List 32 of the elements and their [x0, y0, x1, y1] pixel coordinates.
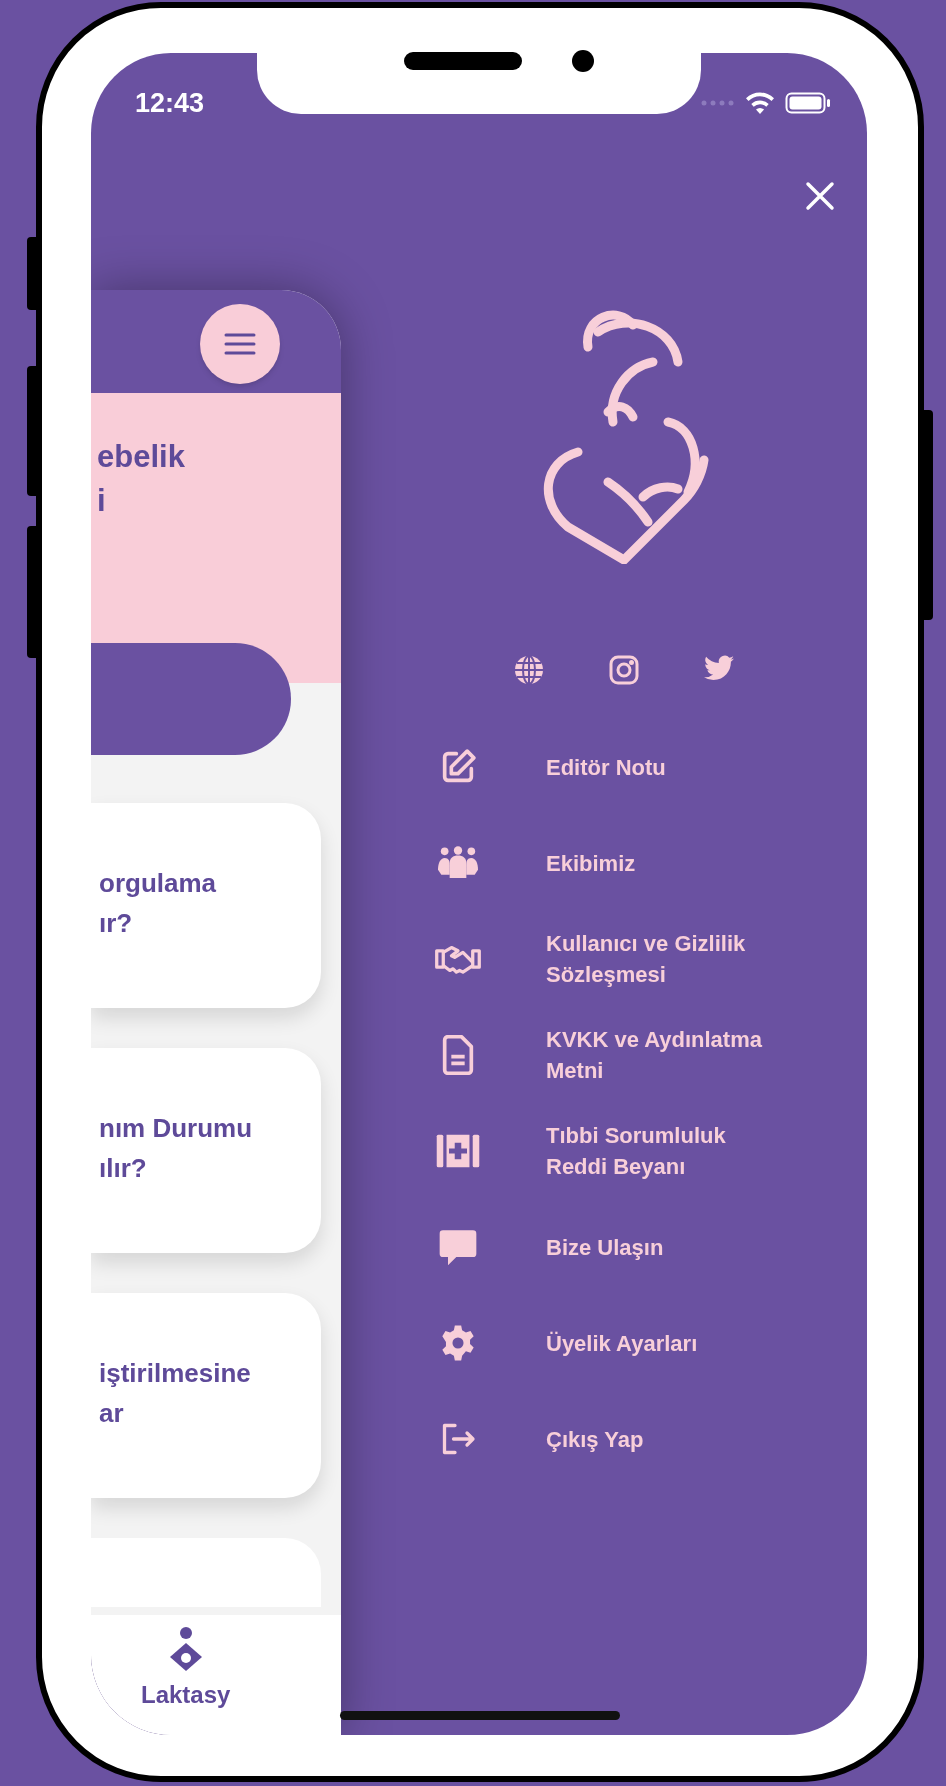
logout-icon — [440, 1421, 476, 1457]
hero-pill-button[interactable] — [91, 643, 291, 755]
medical-kit-icon — [436, 1133, 480, 1169]
chat-bubble-icon — [438, 1227, 478, 1267]
card-title: iştirilmesine ar — [99, 1357, 251, 1430]
signal-icon — [701, 100, 735, 106]
settings-icon — [439, 1324, 477, 1362]
status-time: 12:43 — [135, 86, 205, 120]
question-card[interactable]: orgulama ır? — [91, 803, 321, 1008]
nav-tab[interactable]: Laktasy — [141, 1677, 231, 1713]
question-card[interactable]: nım Durumu ılır? — [91, 1048, 321, 1253]
wifi-icon — [745, 92, 775, 114]
document-icon — [442, 1035, 474, 1075]
front-camera — [572, 50, 594, 72]
card-title: orgulama ır? — [99, 867, 217, 940]
twitter-icon[interactable] — [704, 655, 734, 681]
menu-item[interactable]: Editör Notu — [401, 719, 666, 815]
battery-icon — [785, 92, 831, 114]
close-icon — [805, 181, 835, 211]
card-title: nım Durumu ılır? — [99, 1112, 253, 1185]
menu-item[interactable]: Kullanıcı ve Gizlilik Sözleşmesi — [401, 911, 746, 1007]
menu-item[interactable]: Ekibimiz — [401, 815, 636, 911]
menu-item[interactable]: Çıkış Yap — [401, 1391, 644, 1487]
globe-icon[interactable] — [514, 655, 544, 685]
menu-item[interactable]: Bize Ulaşın — [401, 1199, 664, 1295]
menu-item[interactable]: Üyelik Ayarları — [401, 1295, 698, 1391]
menu-item[interactable]: Tıbbi Sorumluluk Reddi Beyanı — [401, 1103, 726, 1199]
menu-item[interactable]: KVKK ve Aydınlatma Metni — [401, 1007, 762, 1103]
hero-title: ebelik i — [97, 438, 185, 520]
menu-icon — [224, 333, 256, 355]
question-card[interactable]: iştirilmesine ar — [91, 1293, 321, 1498]
instagram-icon[interactable] — [609, 655, 639, 685]
